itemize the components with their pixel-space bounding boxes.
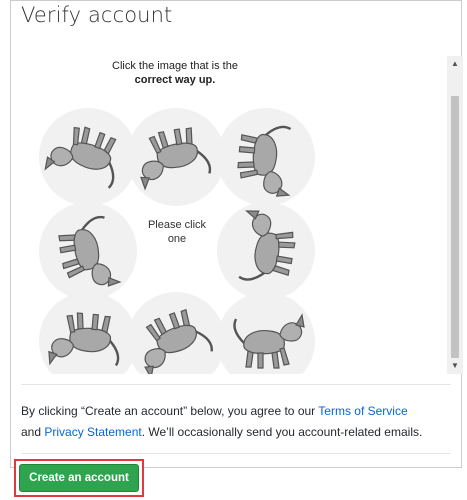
verify-account-card: Verify account Click the image that is t…: [10, 0, 463, 468]
scroll-down-arrow-icon[interactable]: ▼: [447, 358, 463, 374]
captcha-prompt: Please click one: [127, 218, 227, 246]
legal-and: and: [21, 425, 45, 439]
dog-figure-icon: [237, 125, 292, 197]
dog-figure-icon: [44, 126, 117, 189]
legal-notice: By clicking “Create an account” below, y…: [21, 401, 461, 443]
dog-figure-icon: [58, 215, 122, 287]
dog-figure-icon: [238, 210, 296, 281]
captcha-tile[interactable]: [127, 108, 225, 206]
dog-figure-icon: [48, 312, 120, 367]
captcha-tile[interactable]: [217, 292, 315, 374]
captcha-tile[interactable]: [39, 202, 137, 300]
captcha-prompt-line1: Please click: [147, 219, 207, 231]
create-account-button[interactable]: Create an account: [19, 464, 139, 492]
dog-figure-icon: [233, 313, 305, 369]
captcha-scrollbar[interactable]: ▲ ▼: [447, 56, 463, 374]
terms-of-service-link[interactable]: Terms of Service: [318, 404, 407, 418]
captcha-tile[interactable]: [217, 202, 315, 300]
captcha-prompt-line2: one: [167, 233, 187, 245]
page-title: Verify account: [21, 3, 173, 27]
dog-figure-icon: [140, 127, 212, 191]
scroll-thumb[interactable]: [451, 96, 459, 358]
captcha-instruction: Click the image that is the correct way …: [31, 59, 319, 87]
privacy-statement-link[interactable]: Privacy Statement: [44, 425, 141, 439]
create-account-highlight: Create an account: [14, 459, 144, 497]
divider: [21, 384, 451, 385]
captcha-tile[interactable]: [39, 292, 137, 374]
captcha-tile[interactable]: [39, 108, 137, 206]
captcha-instruction-line2: correct way up.: [134, 74, 216, 86]
captcha-instruction-line1: Click the image that is the: [112, 60, 238, 72]
dog-figure-icon: [144, 308, 213, 374]
captcha-tile[interactable]: [217, 108, 315, 206]
scroll-up-arrow-icon[interactable]: ▲: [447, 56, 463, 72]
legal-suffix: . We’ll occasionally send you account-re…: [141, 425, 423, 439]
captcha-tile[interactable]: [127, 292, 225, 374]
captcha-frame: Click the image that is the correct way …: [31, 56, 319, 374]
divider: [21, 453, 451, 454]
legal-prefix: By clicking “Create an account” below, y…: [21, 404, 319, 418]
